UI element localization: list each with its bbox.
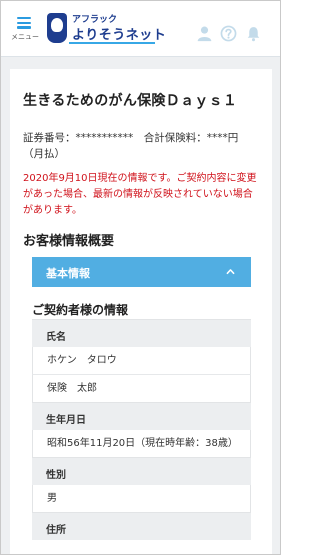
menu-button[interactable]: メニュー <box>7 13 43 45</box>
person-icon[interactable] <box>196 25 213 42</box>
data-notice: 2020年9月10日現在の情報です。ご契約内容に変更があった場合、最新の情報が反… <box>23 173 257 216</box>
logo-service-text: よりそうネット <box>72 28 167 43</box>
contractor-info-table: 氏名 ホケン タロウ 保険 太郎 生年月日 昭和56年11月20日（現在時年齢：… <box>32 319 251 540</box>
chevron-up-icon <box>226 269 235 275</box>
row-label-gender: 性別 <box>32 457 251 485</box>
name-kanji-value: 保険 太郎 <box>32 374 251 402</box>
name-kana-value: ホケン タロウ <box>32 347 251 374</box>
policy-number-premium: 証券番号：*********** 合計保険料：****円（月払） <box>23 132 239 160</box>
basic-info-accordion[interactable]: 基本情報 <box>32 257 251 287</box>
accordion-label: 基本情報 <box>46 267 90 280</box>
row-label-name: 氏名 <box>32 319 251 347</box>
app-frame: メニュー アフラック よりそうネット 生きるためのがん保険Ｄａｙｓ１ 証券番号：… <box>0 0 281 555</box>
help-icon[interactable] <box>220 25 237 42</box>
hamburger-icon <box>17 17 31 29</box>
birthdate-value: 昭和56年11月20日（現在時年齢：38歳） <box>32 430 251 457</box>
menu-label: メニュー <box>11 33 39 41</box>
gender-value: 男 <box>32 485 251 512</box>
row-label-birthdate: 生年月日 <box>32 402 251 430</box>
header: メニュー アフラック よりそうネット <box>1 1 280 57</box>
bell-icon[interactable] <box>245 25 262 42</box>
duck-logo-icon <box>47 13 67 43</box>
logo-underline <box>69 42 155 44</box>
policy-title: 生きるためのがん保険Ｄａｙｓ１ <box>23 93 238 109</box>
row-label-address: 住所 <box>32 512 251 540</box>
contractor-info-heading: ご契約者様の情報 <box>32 303 129 317</box>
aflac-logo[interactable]: アフラック よりそうネット <box>45 11 166 47</box>
customer-summary-heading: お客様情報概要 <box>23 234 115 249</box>
